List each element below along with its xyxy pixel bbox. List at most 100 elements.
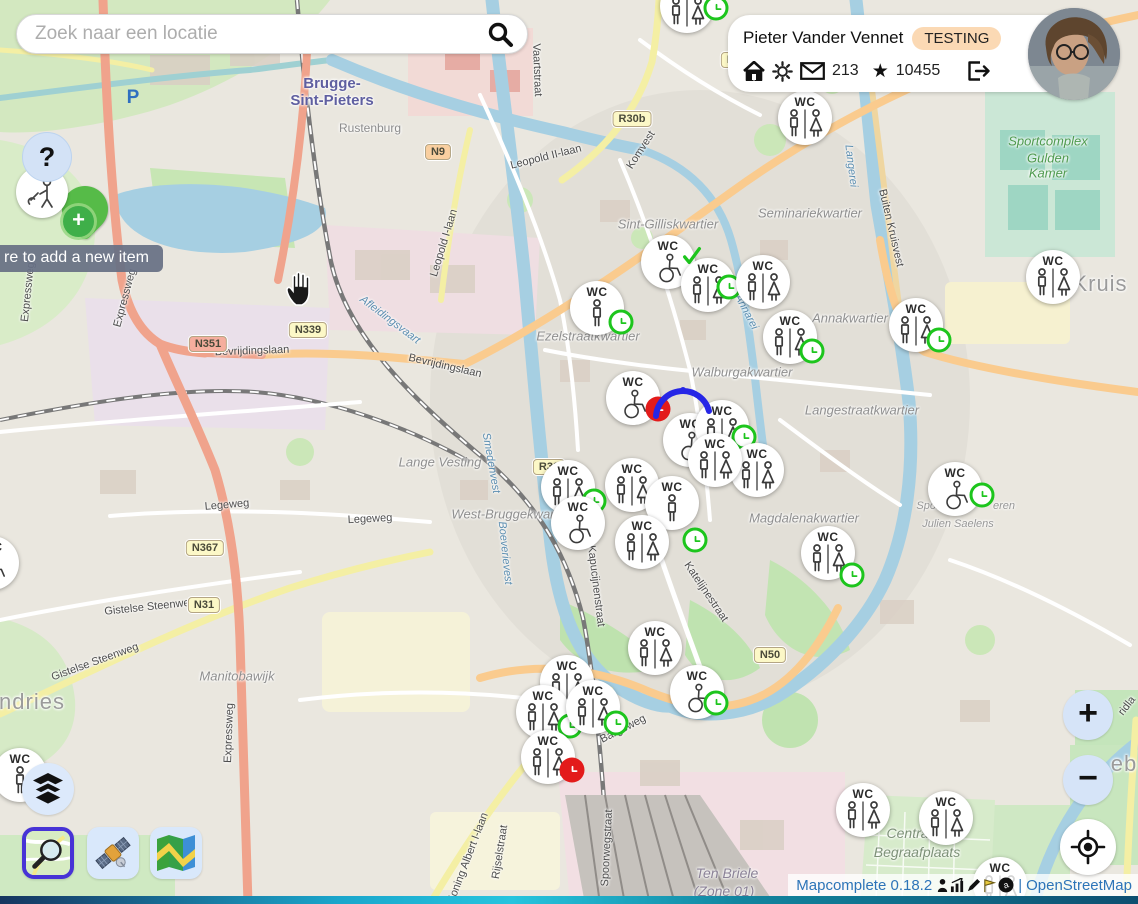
marker-wc-label: WC bbox=[622, 463, 643, 476]
marker-wc-label: WC bbox=[587, 286, 608, 299]
basemap-satellite-button[interactable] bbox=[87, 827, 139, 879]
toilet-type-icon bbox=[1031, 268, 1075, 298]
attribution-icons: a bbox=[936, 877, 1014, 893]
marker-wc-label: WC bbox=[0, 541, 3, 554]
marker-wc-label: WC bbox=[945, 467, 966, 480]
toilet-type-icon bbox=[783, 109, 827, 139]
marker-wc-label: WC bbox=[662, 481, 683, 494]
opening-hours-open-icon bbox=[840, 563, 865, 588]
star-icon: ★ bbox=[872, 62, 889, 81]
basemap-osm-carto-button[interactable] bbox=[22, 827, 74, 879]
toilet-type-icon bbox=[841, 801, 885, 831]
geolocate-icon bbox=[1070, 829, 1106, 865]
map-marker-toilet[interactable]: WC bbox=[551, 496, 605, 550]
basemap-map-button[interactable] bbox=[150, 827, 202, 879]
marker-wc-label: WC bbox=[538, 735, 559, 748]
opening-hours-closed-icon bbox=[560, 758, 585, 783]
changesets-button[interactable]: ★ bbox=[872, 62, 889, 81]
map-marker-layer: WC WC WC WC WC WC WC WC WC WC WC WC WC WC WC WC WC WC WC WC… bbox=[0, 0, 1138, 904]
marker-wc-label: WC bbox=[712, 405, 733, 418]
avatar[interactable] bbox=[1028, 8, 1120, 100]
marker-wc-label: WC bbox=[687, 670, 708, 683]
home-button[interactable] bbox=[743, 61, 765, 81]
map-marker-toilet[interactable]: WC bbox=[1026, 250, 1080, 304]
map-icon bbox=[155, 833, 197, 873]
search-icon bbox=[485, 19, 515, 49]
geolocate-button[interactable] bbox=[1060, 819, 1116, 875]
marker-wc-label: WC bbox=[632, 520, 653, 533]
opening-hours-open-icon bbox=[970, 483, 995, 508]
opening-hours-open-icon bbox=[609, 310, 634, 335]
home-icon bbox=[743, 61, 765, 81]
star-count: 10455 bbox=[896, 62, 941, 80]
marker-wc-label: WC bbox=[818, 531, 839, 544]
toilet-type-icon bbox=[558, 514, 598, 544]
avatar-photo bbox=[1028, 8, 1120, 100]
toilet-type-icon bbox=[633, 639, 677, 669]
marker-wc-label: WC bbox=[568, 501, 589, 514]
opening-hours-open-icon bbox=[800, 339, 825, 364]
theme-flag-icon bbox=[982, 878, 997, 893]
zoom-out-button[interactable]: − bbox=[1063, 755, 1113, 805]
toilet-type-icon bbox=[620, 533, 664, 563]
marker-wc-label: WC bbox=[705, 438, 726, 451]
marker-wc-label: WC bbox=[645, 626, 666, 639]
messages-button[interactable] bbox=[800, 62, 825, 80]
community-icon: a bbox=[998, 877, 1014, 893]
layers-button[interactable] bbox=[22, 763, 74, 815]
user-name[interactable]: Pieter Vander Vennet bbox=[743, 28, 903, 48]
opening-hours-closed-icon bbox=[646, 397, 671, 422]
map-marker-toilet[interactable]: WC bbox=[836, 783, 890, 837]
toilet-type-icon bbox=[660, 494, 684, 524]
map-marker-toilet[interactable]: WC bbox=[615, 515, 669, 569]
map-marker-toilet[interactable]: WC bbox=[0, 536, 19, 590]
toilet-type-icon bbox=[585, 299, 609, 329]
opening-hours-open-icon bbox=[683, 528, 708, 553]
marker-wc-label: WC bbox=[780, 315, 801, 328]
map-marker-toilet[interactable]: WC bbox=[736, 255, 790, 309]
add-plus-icon: + bbox=[63, 206, 94, 237]
marker-wc-label: WC bbox=[698, 263, 719, 276]
marker-wc-label: WC bbox=[853, 788, 874, 801]
help-button[interactable]: ? bbox=[22, 132, 72, 182]
chart-icon bbox=[950, 878, 965, 893]
settings-button[interactable] bbox=[772, 61, 793, 82]
pencil-icon bbox=[966, 878, 981, 893]
message-count: 213 bbox=[832, 62, 859, 80]
statistics-bust-icon bbox=[936, 878, 949, 893]
map-marker-toilet[interactable]: WC bbox=[688, 433, 742, 487]
marker-wc-label: WC bbox=[906, 303, 927, 316]
logout-button[interactable] bbox=[967, 61, 990, 81]
map-marker-toilet[interactable]: WC bbox=[919, 791, 973, 845]
search-input[interactable] bbox=[33, 22, 483, 46]
logout-icon bbox=[967, 61, 990, 81]
osm-carto-icon bbox=[26, 830, 70, 876]
marker-wc-label: WC bbox=[747, 448, 768, 461]
layers-icon bbox=[31, 773, 65, 805]
opening-hours-open-icon bbox=[704, 0, 729, 21]
map-marker-toilet[interactable]: WC bbox=[628, 621, 682, 675]
opening-hours-open-icon bbox=[704, 691, 729, 716]
marker-wc-label: WC bbox=[623, 376, 644, 389]
zoom-in-button[interactable]: + bbox=[1063, 690, 1113, 740]
search-button[interactable] bbox=[483, 17, 517, 51]
map-marker-toilet[interactable]: WC bbox=[778, 91, 832, 145]
marker-wc-label: WC bbox=[1043, 255, 1064, 268]
marker-wc-label: WC bbox=[558, 465, 579, 478]
search-bar bbox=[16, 14, 528, 54]
toilet-type-icon bbox=[924, 809, 968, 839]
marker-wc-label: WC bbox=[658, 240, 679, 253]
marker-wc-label: WC bbox=[10, 753, 31, 766]
toilet-type-icon bbox=[0, 554, 12, 584]
gear-icon bbox=[772, 61, 793, 82]
toilet-type-icon bbox=[665, 0, 709, 27]
opening-hours-open-icon bbox=[927, 328, 952, 353]
toilet-type-icon bbox=[735, 461, 779, 491]
mapcomplete-version-link[interactable]: Mapcomplete 0.18.2 bbox=[796, 877, 932, 894]
attribution-bar: Mapcomplete 0.18.2 a | OpenStreetMap bbox=[788, 874, 1138, 896]
openstreetmap-link[interactable]: OpenStreetMap bbox=[1026, 877, 1132, 894]
marker-wc-label: WC bbox=[557, 660, 578, 673]
mapcomplete-app[interactable]: Brugge- Sint-Pieters P RustenburgSint-Gi… bbox=[0, 0, 1138, 904]
add-item-tooltip: re to add a new item bbox=[0, 245, 163, 272]
toilet-type-icon bbox=[741, 273, 785, 303]
